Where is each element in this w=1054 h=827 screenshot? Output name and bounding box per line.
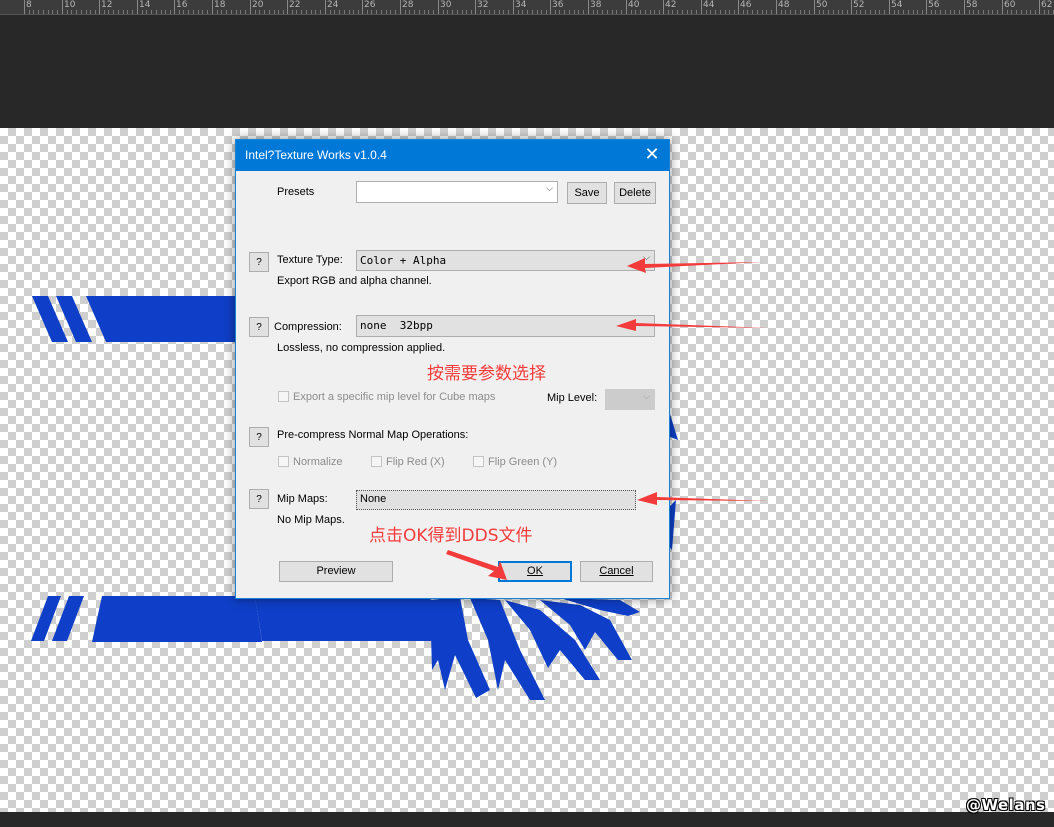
flip-red-label: Flip Red (X): [386, 456, 445, 468]
normal-map-help-button[interactable]: ?: [249, 427, 269, 447]
presets-label: Presets: [277, 186, 315, 198]
presets-dropdown[interactable]: ⌵: [356, 181, 558, 203]
compression-dropdown[interactable]: none 32bpp: [356, 315, 655, 337]
mip-level-dropdown[interactable]: ⌵: [605, 389, 655, 410]
texture-type-label: Texture Type:: [277, 254, 343, 266]
texture-type-value: Color + Alpha: [360, 254, 447, 267]
cancel-button[interactable]: Cancel: [580, 561, 653, 582]
delete-preset-button[interactable]: Delete: [614, 182, 656, 204]
mip-maps-description: No Mip Maps.: [277, 514, 345, 526]
export-mip-level-checkbox[interactable]: [278, 391, 289, 402]
close-icon[interactable]: ✕: [635, 140, 669, 171]
mip-maps-value: None: [360, 493, 387, 505]
flip-green-checkbox[interactable]: [473, 456, 484, 467]
compression-help-button[interactable]: ?: [249, 317, 269, 337]
dialog-title: Intel?Texture Works v1.0.4: [245, 148, 387, 162]
texture-type-dropdown[interactable]: Color + Alpha ⌵: [356, 250, 655, 271]
compression-label: Compression:: [274, 321, 342, 333]
texture-type-help-button[interactable]: ?: [249, 252, 269, 272]
mip-maps-help-button[interactable]: ?: [249, 489, 269, 509]
ok-button[interactable]: OK: [498, 561, 572, 582]
normal-map-label: Pre-compress Normal Map Operations:: [277, 429, 469, 441]
compression-value: none 32bpp: [360, 319, 433, 332]
flip-green-label: Flip Green (Y): [488, 456, 558, 468]
texture-type-description: Export RGB and alpha channel.: [277, 275, 432, 287]
dialog-titlebar[interactable]: Intel?Texture Works v1.0.4 ✕: [236, 140, 669, 171]
normalize-checkbox[interactable]: [278, 456, 289, 467]
preview-button[interactable]: Preview: [279, 561, 393, 582]
chevron-down-icon: ⌵: [546, 184, 553, 194]
chevron-down-icon: ⌵: [643, 392, 650, 402]
mip-maps-label: Mip Maps:: [277, 493, 328, 505]
cancel-button-label: Cancel: [599, 565, 634, 577]
chevron-down-icon: ⌵: [643, 253, 650, 263]
ok-button-label: OK: [527, 565, 543, 577]
flip-red-checkbox[interactable]: [371, 456, 382, 467]
export-mip-level-label: Export a specific mip level for Cube map…: [293, 391, 496, 403]
normalize-label: Normalize: [293, 456, 343, 468]
compression-description: Lossless, no compression applied.: [277, 342, 446, 354]
select-params-annotation: 按需要参数选择: [427, 364, 546, 384]
watermark: @Welans: [966, 796, 1046, 814]
mip-maps-dropdown[interactable]: None: [356, 490, 636, 510]
click-ok-annotation: 点击OK得到DDS文件: [369, 526, 533, 546]
mip-level-label: Mip Level:: [547, 392, 598, 404]
save-preset-button[interactable]: Save: [567, 182, 607, 204]
